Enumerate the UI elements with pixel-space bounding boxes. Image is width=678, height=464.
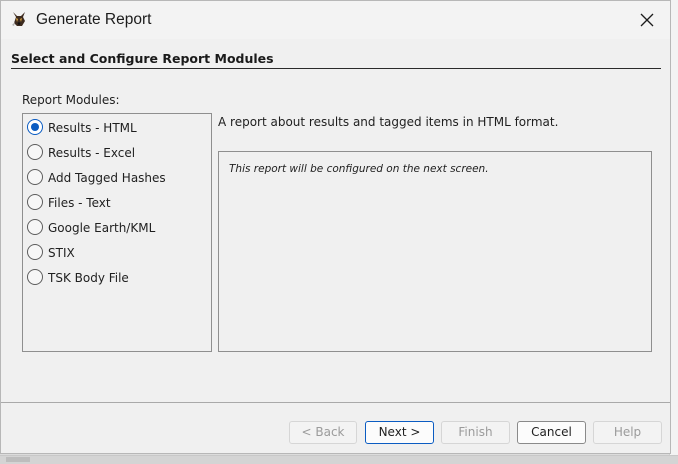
module-label: Add Tagged Hashes <box>48 171 166 185</box>
background-scrollbar-thumb <box>6 457 30 462</box>
module-item-tsk-body-file[interactable]: TSK Body File <box>27 266 207 288</box>
radio-button[interactable] <box>27 144 43 160</box>
close-icon <box>640 13 654 27</box>
module-label: Google Earth/KML <box>48 221 156 235</box>
radio-button[interactable] <box>27 194 43 210</box>
radio-button-selected[interactable] <box>27 119 43 135</box>
back-button[interactable]: < Back <box>289 421 357 444</box>
module-label: Files - Text <box>48 196 111 210</box>
finish-button[interactable]: Finish <box>441 421 510 444</box>
module-configuration-panel: This report will be configured on the ne… <box>218 151 652 352</box>
autopsy-dog-icon <box>10 10 28 28</box>
radio-button[interactable] <box>27 269 43 285</box>
module-item-add-tagged-hashes[interactable]: Add Tagged Hashes <box>27 166 207 188</box>
module-item-google-earth-kml[interactable]: Google Earth/KML <box>27 216 207 238</box>
module-item-results-html[interactable]: Results - HTML <box>27 116 207 138</box>
configuration-note: This report will be configured on the ne… <box>229 163 489 175</box>
module-label: Results - Excel <box>48 146 136 160</box>
cancel-button[interactable]: Cancel <box>517 421 586 444</box>
radio-button[interactable] <box>27 244 43 260</box>
module-item-results-excel[interactable]: Results - Excel <box>27 141 207 163</box>
title-bar: Generate Report <box>1 1 670 39</box>
section-title: Select and Configure Report Modules <box>11 51 661 69</box>
background-scrollbar <box>0 455 678 464</box>
next-button[interactable]: Next > <box>365 421 434 444</box>
report-modules-label: Report Modules: <box>22 93 120 107</box>
module-description: A report about results and tagged items … <box>218 115 559 129</box>
help-button[interactable]: Help <box>593 421 662 444</box>
button-bar-divider <box>1 402 670 403</box>
report-modules-list: Results - HTML Results - Excel Add Tagge… <box>22 113 212 352</box>
window-title: Generate Report <box>36 11 152 28</box>
module-label: TSK Body File <box>48 271 129 285</box>
module-item-files-text[interactable]: Files - Text <box>27 191 207 213</box>
module-label: STIX <box>48 246 75 260</box>
module-item-stix[interactable]: STIX <box>27 241 207 263</box>
radio-button[interactable] <box>27 219 43 235</box>
close-button[interactable] <box>624 1 670 39</box>
radio-button[interactable] <box>27 169 43 185</box>
module-label: Results - HTML <box>48 121 137 135</box>
generate-report-dialog: Generate Report Select and Configure Rep… <box>0 0 671 454</box>
